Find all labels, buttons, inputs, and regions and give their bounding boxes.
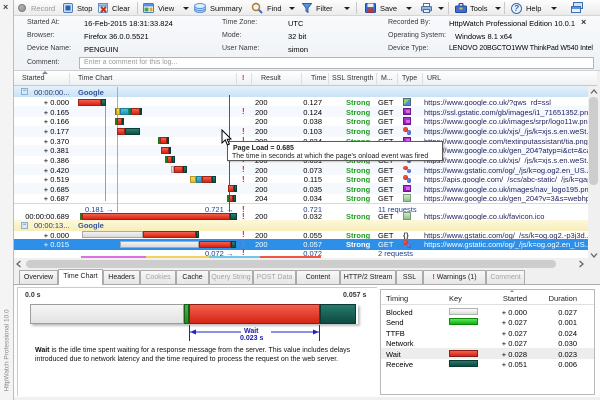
svg-text:?: ?: [514, 4, 519, 13]
